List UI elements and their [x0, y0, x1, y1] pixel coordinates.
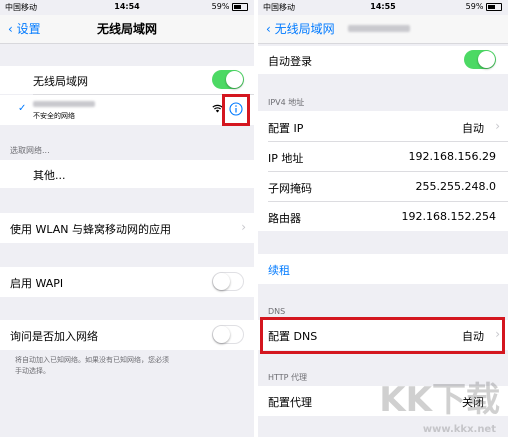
- apps-using-wlan-label: 使用 WLAN 与蜂窝移动网的应用: [10, 223, 172, 236]
- subnet-mask-row: 子网掩码 255.255.248.0: [258, 171, 508, 201]
- ipv4-header: IPV4 地址: [268, 98, 305, 107]
- nav-bar: ‹ 无线局域网: [258, 15, 508, 44]
- ip-address-row: IP 地址 192.168.156.29: [258, 141, 508, 171]
- choose-network-header: 选取网络...: [10, 146, 50, 155]
- ask-to-join-footnote: 将自动加入已知网络。如果没有已知网络，您必须 手动选择。: [15, 355, 169, 377]
- ip-address-value: 192.168.156.29: [408, 150, 496, 163]
- watermark-logo: KK下载: [379, 380, 500, 420]
- other-network-row[interactable]: 其他...: [0, 160, 254, 188]
- configure-ip-value: 自动: [462, 122, 484, 135]
- router-row: 路由器 192.168.152.254: [258, 201, 508, 231]
- network-name-blurred: [348, 25, 410, 32]
- highlight-configure-dns: [260, 317, 505, 354]
- status-bar: 中国移动 14:55 59%: [258, 0, 508, 15]
- configure-ip-label: 配置 IP: [268, 122, 304, 135]
- wapi-label: 启用 WAPI: [10, 277, 64, 290]
- auto-login-label: 自动登录: [268, 55, 312, 68]
- subnet-mask-value: 255.255.248.0: [415, 180, 496, 193]
- other-network-label: 其他...: [33, 169, 66, 182]
- router-label: 路由器: [268, 212, 301, 225]
- chevron-right-icon: ›: [241, 220, 246, 234]
- checkmark-icon: ✓: [18, 103, 27, 114]
- connected-network-row[interactable]: ✓ 不安全的网络: [0, 95, 254, 125]
- footnote-line-2: 手动选择。: [15, 367, 50, 375]
- ask-to-join-row: 询问是否加入网络: [0, 320, 254, 350]
- battery-percent: 59%: [465, 2, 484, 11]
- wifi-toggle-row: 无线局域网: [0, 66, 254, 94]
- battery-icon: [232, 2, 248, 11]
- chevron-right-icon: ›: [495, 119, 500, 133]
- footnote-line-1: 将自动加入已知网络。如果没有已知网络，您必须: [15, 356, 169, 364]
- network-name-blurred: [33, 101, 95, 107]
- status-bar: 中国移动 14:54 59%: [0, 0, 254, 15]
- http-proxy-header: HTTP 代理: [268, 373, 308, 382]
- wifi-toggle[interactable]: [212, 70, 244, 89]
- dns-header: DNS: [268, 307, 286, 316]
- auto-login-row: 自动登录: [258, 46, 508, 74]
- network-detail-screen: 中国移动 14:55 59% ‹ 无线局域网 自动登录 IPV4 地址 配置 I…: [258, 0, 508, 437]
- auto-login-toggle[interactable]: [464, 50, 496, 69]
- back-button[interactable]: ‹ 无线局域网: [266, 20, 335, 37]
- battery-indicator: 59%: [212, 2, 248, 11]
- network-security-label: 不安全的网络: [33, 112, 75, 120]
- wifi-toggle-label: 无线局域网: [33, 75, 88, 88]
- apps-using-wlan-row[interactable]: 使用 WLAN 与蜂窝移动网的应用 ›: [0, 213, 254, 243]
- ask-to-join-toggle[interactable]: [212, 325, 244, 344]
- nav-bar: ‹ 设置 无线局域网: [0, 15, 254, 44]
- configure-proxy-label: 配置代理: [268, 396, 312, 409]
- ip-address-label: IP 地址: [268, 152, 304, 165]
- back-label: 无线局域网: [274, 22, 335, 36]
- router-value: 192.168.152.254: [401, 210, 496, 223]
- battery-icon: [486, 2, 502, 11]
- ipv4-group: 配置 IP 自动 › IP 地址 192.168.156.29 子网掩码 255…: [258, 111, 508, 231]
- wifi-settings-screen: 中国移动 14:54 59% ‹ 设置 无线局域网 无线局域网 ✓ 不安全的网络…: [0, 0, 254, 437]
- wapi-row: 启用 WAPI: [0, 267, 254, 297]
- ask-to-join-label: 询问是否加入网络: [10, 330, 98, 343]
- configure-ip-row[interactable]: 配置 IP 自动 ›: [258, 111, 508, 141]
- battery-percent: 59%: [211, 2, 230, 11]
- battery-indicator: 59%: [466, 2, 502, 11]
- renew-lease-button[interactable]: 续租: [268, 262, 290, 278]
- watermark-url: www.kkx.net: [422, 424, 496, 435]
- page-title: 无线局域网: [96, 22, 157, 36]
- highlight-info-button: [222, 94, 250, 126]
- wapi-toggle[interactable]: [212, 272, 244, 291]
- renew-lease-row[interactable]: 续租: [258, 254, 508, 284]
- subnet-mask-label: 子网掩码: [268, 182, 312, 195]
